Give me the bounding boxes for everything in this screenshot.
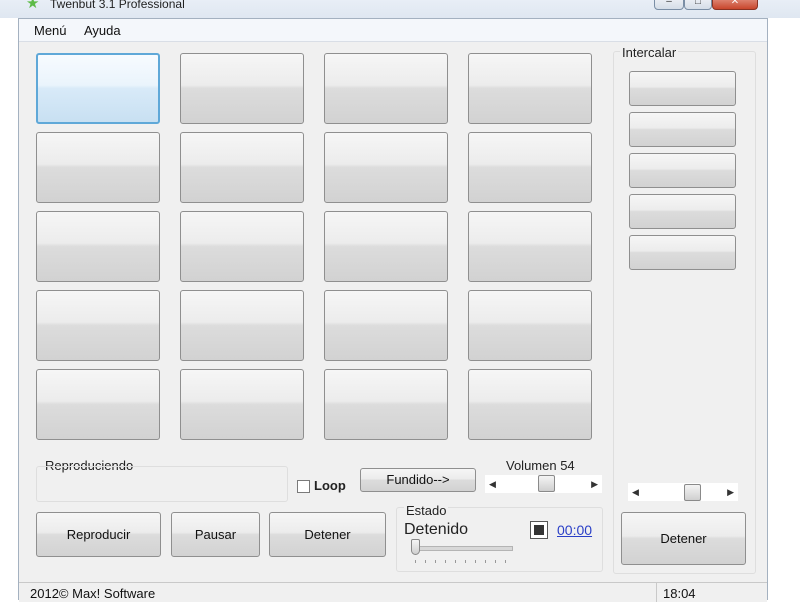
pad-button[interactable] (468, 211, 592, 282)
status-divider (656, 583, 657, 602)
position-slider-thumb[interactable] (411, 539, 420, 555)
position-ticks (415, 560, 511, 563)
pad-button[interactable] (36, 53, 160, 124)
pad-button[interactable] (180, 53, 304, 124)
main-window: Menú Ayuda Intercalar ◀ ▶ Detener Reprod… (18, 18, 768, 602)
pad-button[interactable] (36, 290, 160, 361)
maximize-button[interactable]: □ (684, 0, 712, 10)
stop-square-icon (530, 521, 548, 539)
clock-text: 18:04 (663, 586, 696, 601)
pad-button[interactable] (36, 211, 160, 282)
arrow-right-icon[interactable]: ▶ (591, 475, 598, 493)
arrow-right-icon[interactable]: ▶ (727, 483, 734, 501)
pad-button[interactable] (36, 369, 160, 440)
loop-label: Loop (314, 478, 346, 493)
pad-button[interactable] (324, 132, 448, 203)
fade-button[interactable]: Fundido--> (360, 468, 476, 492)
estado-value: Detenido (404, 521, 469, 538)
menu-item-ayuda[interactable]: Ayuda (84, 23, 121, 38)
title-bar: ★ Twenbut 3.1 Professional – □ ✕ (0, 0, 800, 18)
pad-button[interactable] (180, 369, 304, 440)
pad-button[interactable] (180, 290, 304, 361)
pad-button[interactable] (468, 369, 592, 440)
intercalar-label: Intercalar (620, 45, 679, 60)
star-icon: ★ (26, 0, 40, 12)
reproduciendo-display (36, 466, 288, 502)
pad-button[interactable] (180, 211, 304, 282)
pad-button[interactable] (324, 53, 448, 124)
status-bar: 2012© Max! Software 18:04 (19, 582, 767, 602)
pad-button[interactable] (180, 132, 304, 203)
pad-button[interactable] (324, 290, 448, 361)
loop-checkbox[interactable] (297, 480, 310, 493)
intercalar-button[interactable] (629, 112, 736, 147)
menu-bar: Menú Ayuda (19, 19, 767, 42)
play-button[interactable]: Reproducir (36, 512, 161, 557)
minimize-button[interactable]: – (654, 0, 684, 10)
pad-button[interactable] (324, 369, 448, 440)
pad-button[interactable] (36, 132, 160, 203)
menu-item-menu[interactable]: Menú (34, 23, 67, 38)
intercalar-button[interactable] (629, 71, 736, 106)
stop-button[interactable]: Detener (269, 512, 386, 557)
arrow-left-icon[interactable]: ◀ (489, 475, 496, 493)
copyright-text: 2012© Max! Software (30, 586, 156, 601)
volume-slider-thumb[interactable] (537, 475, 555, 492)
pause-button[interactable]: Pausar (171, 512, 260, 557)
intercalar-button[interactable] (629, 235, 736, 270)
pad-button[interactable] (468, 53, 592, 124)
intercalar-slider-thumb[interactable] (684, 484, 702, 501)
position-track[interactable] (411, 546, 513, 551)
intercalar-button[interactable] (629, 194, 736, 229)
pad-button[interactable] (468, 290, 592, 361)
pad-button[interactable] (468, 132, 592, 203)
close-button[interactable]: ✕ (712, 0, 758, 10)
intercalar-slider[interactable]: ◀ ▶ (628, 483, 738, 501)
intercalar-button[interactable] (629, 153, 736, 188)
time-display[interactable]: 00:00 (557, 522, 592, 538)
volume-slider[interactable]: ◀ ▶ (485, 475, 602, 493)
estado-label: Estado (404, 503, 449, 518)
arrow-left-icon[interactable]: ◀ (632, 483, 639, 501)
volume-label: Volumen 54 (506, 458, 575, 473)
intercalar-stop-button[interactable]: Detener (621, 512, 746, 565)
window-title: Twenbut 3.1 Professional (50, 0, 185, 11)
pad-button[interactable] (324, 211, 448, 282)
